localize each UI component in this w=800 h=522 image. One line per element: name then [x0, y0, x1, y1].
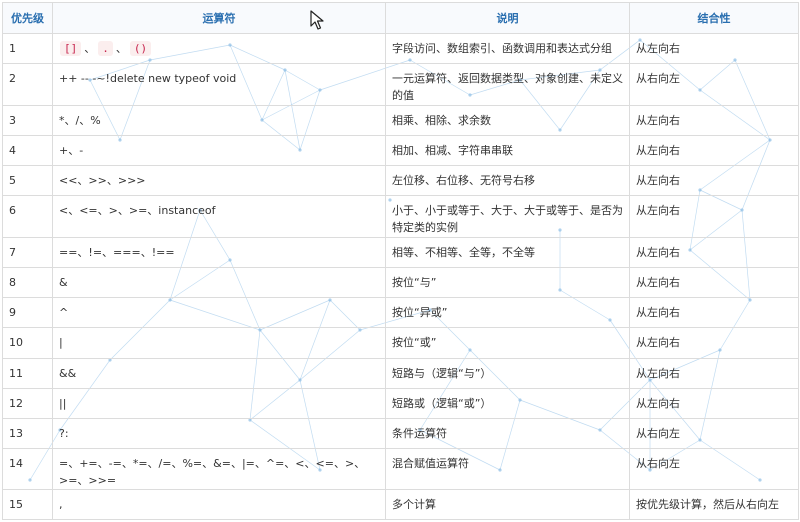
table-row: 7 ==、!=、===、!== 相等、不相等、全等，不全等 从左向右 — [2, 237, 799, 269]
operator-separator: 、 — [84, 42, 96, 55]
operator-cell: ++ -- -~!delete new typeof void — [52, 63, 386, 107]
associativity-cell: 从右向左 — [629, 63, 799, 107]
operator-cell: ==、!=、===、!== — [52, 237, 386, 269]
level-cell: 2 — [2, 63, 53, 107]
table-row: 9 ^ 按位“异或” 从左向右 — [2, 297, 799, 329]
level-cell: 14 — [2, 447, 53, 490]
level-cell: 9 — [2, 297, 53, 329]
description-cell: 条件运算符 — [385, 417, 630, 449]
table-row: 8 & 按位“与” 从左向右 — [2, 267, 799, 299]
table-row: 1[]、.、() 字段访问、数组索引、函数调用和表达式分组 从左向右 — [2, 32, 799, 65]
associativity-cell: 从左向右 — [629, 32, 799, 65]
operator-precedence-table: 优先级 运算符 说明 结合性 1[]、.、() 字段访问、数组索引、函数调用和表达… — [2, 2, 799, 521]
description-cell: 左位移、右位移、无符号右移 — [385, 165, 630, 197]
associativity-cell: 从左向右 — [629, 195, 799, 239]
table-row: 13?: 条件运算符 从右向左 — [2, 417, 799, 449]
associativity-cell: 从左向右 — [629, 237, 799, 269]
level-cell: 13 — [2, 417, 53, 449]
associativity-cell: 从左向右 — [629, 387, 799, 419]
header-operator: 运算符 — [52, 2, 386, 34]
level-cell: 15 — [2, 488, 53, 521]
header-associativity: 结合性 — [629, 2, 799, 34]
associativity-cell: 从左向右 — [629, 135, 799, 167]
table-row: 10 | 按位“或” 从左向右 — [2, 327, 799, 359]
level-cell: 10 — [2, 327, 53, 359]
operator-cell: ?: — [52, 417, 386, 449]
operator-cell: ^ — [52, 297, 386, 329]
description-cell: 按位“异或” — [385, 297, 630, 329]
description-cell: 相乘、相除、求余数 — [385, 105, 630, 137]
associativity-cell: 按优先级计算，然后从右向左 — [629, 488, 799, 521]
description-cell: 字段访问、数组索引、函数调用和表达式分组 — [385, 32, 630, 65]
description-cell: 按位“与” — [385, 267, 630, 299]
associativity-cell: 从左向右 — [629, 297, 799, 329]
operator-cell: | — [52, 327, 386, 359]
operator-code: . — [98, 41, 113, 56]
table-row: 2 ++ -- -~!delete new typeof void 一元运算符、返回… — [2, 63, 799, 107]
associativity-cell: 从左向右 — [629, 267, 799, 299]
description-cell: 相等、不相等、全等，不全等 — [385, 237, 630, 269]
operator-cell: []、.、() — [52, 32, 386, 65]
table-row: 5 <<、>>、>>> 左位移、右位移、无符号右移 从左向右 — [2, 165, 799, 197]
table-row: 3 *、/、% 相乘、相除、求余数 从左向右 — [2, 105, 799, 137]
associativity-cell: 从右向左 — [629, 417, 799, 449]
associativity-cell: 从左向右 — [629, 105, 799, 137]
level-cell: 4 — [2, 135, 53, 167]
operator-cell: =、+=、-=、*=、/=、%=、&=、|=、^=、<、<=、>、>=、>>= — [52, 447, 386, 490]
table-row: 12 || 短路或（逻辑“或”） 从左向右 — [2, 387, 799, 419]
operator-cell: +、- — [52, 135, 386, 167]
operator-cell: <<、>>、>>> — [52, 165, 386, 197]
level-cell: 11 — [2, 357, 53, 389]
level-cell: 6 — [2, 195, 53, 239]
description-cell: 混合赋值运算符 — [385, 447, 630, 490]
level-cell: 1 — [2, 32, 53, 65]
description-cell: 多个计算 — [385, 488, 630, 521]
operator-cell: *、/、% — [52, 105, 386, 137]
level-cell: 7 — [2, 237, 53, 269]
table-header-row: 优先级 运算符 说明 结合性 — [2, 2, 799, 34]
operator-code: [] — [60, 41, 82, 56]
operator-cell: && — [52, 357, 386, 389]
level-cell: 12 — [2, 387, 53, 419]
mouse-pointer-icon — [310, 10, 324, 30]
description-cell: 短路或（逻辑“或”） — [385, 387, 630, 419]
associativity-cell: 从左向右 — [629, 357, 799, 389]
level-cell: 3 — [2, 105, 53, 137]
operator-cell: <、<=、>、>=、instanceof — [52, 195, 386, 239]
operator-cell: || — [52, 387, 386, 419]
table-row: 15, 多个计算 按优先级计算，然后从右向左 — [2, 488, 799, 521]
table-row: 11 && 短路与（逻辑“与”） 从左向右 — [2, 357, 799, 389]
associativity-cell: 从右向左 — [629, 447, 799, 490]
operator-separator: 、 — [115, 42, 127, 55]
operator-code: () — [129, 41, 152, 56]
table-row: 14 =、+=、-=、*=、/=、%=、&=、|=、^=、<、<=、>、>=、>>… — [2, 447, 799, 490]
operator-cell: , — [52, 488, 386, 521]
associativity-cell: 从左向右 — [629, 165, 799, 197]
level-cell: 8 — [2, 267, 53, 299]
level-cell: 5 — [2, 165, 53, 197]
description-cell: 小于、小于或等于、大于、大于或等于、是否为特定类的实例 — [385, 195, 630, 239]
description-cell: 相加、相减、字符串串联 — [385, 135, 630, 167]
description-cell: 按位“或” — [385, 327, 630, 359]
associativity-cell: 从左向右 — [629, 327, 799, 359]
description-cell: 短路与（逻辑“与”） — [385, 357, 630, 389]
operator-cell: & — [52, 267, 386, 299]
header-description: 说明 — [385, 2, 630, 34]
table-row: 6 <、<=、>、>=、instanceof 小于、小于或等于、大于、大于或等于、是… — [2, 195, 799, 239]
table-row: 4 +、- 相加、相减、字符串串联 从左向右 — [2, 135, 799, 167]
header-precedence: 优先级 — [2, 2, 53, 34]
description-cell: 一元运算符、返回数据类型、对象创建、未定义的值 — [385, 63, 630, 107]
